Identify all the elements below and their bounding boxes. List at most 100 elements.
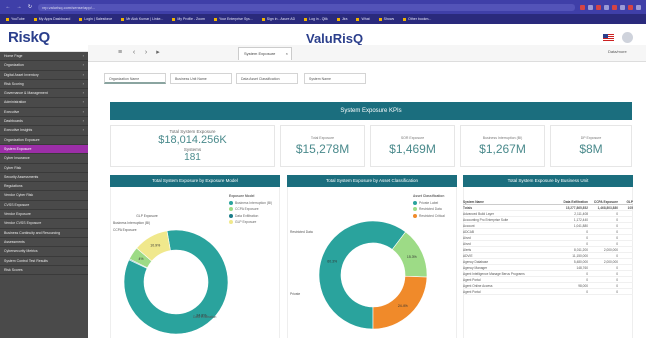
address-bar[interactable]: vrp.valurisq.com/sense/app/... [38, 3, 575, 11]
legend-swatch [413, 207, 417, 212]
extension-icon[interactable] [620, 4, 625, 10]
kpi-total-exposure[interactable]: Total System Exposure $18,014.256K Syste… [110, 125, 275, 167]
sidebar-item[interactable]: System Control Test Results [0, 257, 88, 266]
bookmark-item[interactable]: What [356, 17, 369, 21]
table-cell [618, 283, 633, 288]
extension-icon[interactable] [580, 4, 585, 10]
kpi-value: $15,278M [295, 142, 350, 156]
business-unit-table[interactable]: System Name Data Exfiltration CCPA Exposur… [463, 199, 633, 295]
sidebar-item[interactable]: Security Assessments [0, 173, 88, 183]
table-cell: 2,000,000 [603, 260, 618, 264]
tab-system-exposure[interactable]: System Exposure × [238, 47, 292, 60]
extension-icon[interactable] [588, 4, 593, 10]
extension-icons [580, 4, 641, 10]
forward-icon[interactable]: → [16, 4, 22, 10]
legend-item[interactable]: Restricted Critical [413, 213, 445, 220]
us-flag-icon[interactable] [603, 34, 614, 41]
extension-icon[interactable] [612, 4, 617, 10]
sidebar-item[interactable]: Vendor Exposure [0, 210, 88, 220]
table-cell: 0 [586, 290, 588, 294]
kpi-box[interactable]: Total Exposure $15,278M [280, 125, 365, 167]
sidebar-item-label: Risk Scoring [4, 81, 24, 86]
sidebar-item-label: Dashboards [4, 119, 23, 124]
nav-right-link[interactable]: Data/more [608, 49, 627, 54]
chevron-right-icon: › [82, 118, 84, 124]
sidebar-item[interactable]: System Exposure [0, 144, 88, 155]
chevron-right-icon: › [82, 108, 84, 114]
table-cell: 148,760 [576, 266, 588, 270]
sidebar-item[interactable]: Cyber Risk [0, 164, 88, 173]
sidebar-item[interactable]: Organization Exposure [0, 136, 88, 145]
bookmark-item[interactable]: Login | Salesforce [79, 17, 112, 21]
filter-business-unit[interactable]: Business Unit Name [170, 73, 232, 84]
filter-organization[interactable]: Organization Name [104, 73, 166, 84]
back-icon[interactable]: ← [5, 4, 11, 10]
bookmark-item[interactable]: Jira [337, 17, 348, 21]
chevron-right-icon[interactable]: › [142, 49, 150, 57]
chevron-right-icon: › [82, 99, 84, 105]
table-cell [618, 247, 633, 252]
sidebar-item[interactable]: Home Page › [0, 52, 88, 62]
app-logo[interactable]: RiskQ [8, 29, 50, 46]
filter-asset-classification[interactable]: Data Asset Classification [236, 73, 298, 84]
sidebar-item[interactable]: Vendor CVSS Exposure [0, 219, 88, 229]
bookmark-item[interactable]: Log in - Qlik [304, 17, 328, 21]
selection-icon[interactable]: ▸ [154, 49, 162, 57]
legend-label: Restricted Data [419, 207, 442, 211]
sidebar-item[interactable]: CVSS Exposure [0, 201, 88, 211]
bookmark-item[interactable]: Your Enterprise Sys... [214, 17, 253, 21]
center-logo: ValuRisQ [306, 31, 364, 46]
sidebar-item[interactable]: Dashboards › [0, 117, 88, 127]
sidebar-item[interactable]: Digital Asset Inventory › [0, 71, 88, 80]
extension-icon[interactable] [628, 4, 633, 10]
extension-icon[interactable] [604, 4, 609, 10]
donut-slice[interactable] [372, 275, 428, 330]
sidebar-item[interactable]: Business Continuity and Resourcing [0, 229, 88, 238]
extension-icon[interactable] [596, 4, 601, 10]
reload-icon[interactable]: ↻ [27, 4, 33, 10]
table-cell: Advanced Build Layer [463, 212, 495, 216]
sidebar-item[interactable]: Risk Scores [0, 266, 88, 276]
sidebar-item[interactable]: Organization › [0, 61, 88, 71]
chevron-left-icon[interactable]: ‹ [130, 49, 138, 57]
sidebar-item[interactable]: Governance & Management › [0, 89, 88, 99]
chart-title: Total System Exposure by Exposure Model [110, 175, 280, 187]
bookmark-item[interactable]: Mr Alok Kumar | Linke... [121, 17, 163, 21]
extension-icon[interactable] [636, 4, 641, 10]
bookmark-item[interactable]: YouTube [6, 17, 25, 21]
sidebar-item[interactable]: Executive › [0, 108, 88, 118]
legend-title: Asset Classification [413, 194, 445, 198]
close-icon[interactable]: × [286, 51, 288, 56]
kpi-box[interactable]: DP Exposure $8M [550, 125, 632, 167]
legend-item[interactable]: GLP Exposure [229, 219, 272, 226]
kpi-box[interactable]: SOR Exposure $1,469M [370, 125, 455, 167]
kpi-box[interactable]: Business Interruption (BI) $1,267M [460, 125, 545, 167]
sidebar-item[interactable]: Cyber Insurance [0, 154, 88, 164]
bookmark-item[interactable]: Other bookm... [403, 17, 431, 21]
sidebar-item[interactable]: Administration › [0, 98, 88, 108]
table-cell: 2,000,000 [603, 248, 618, 252]
sidebar-item[interactable]: Vendor Cyber Risk [0, 191, 88, 201]
sidebar-item[interactable]: Risk Scoring › [0, 80, 88, 90]
table-cell: CCPA Exposure [593, 200, 618, 204]
bookmark-item[interactable]: Sign in - Azure AD [262, 17, 295, 21]
table-cell: 0 [616, 236, 618, 240]
table-row[interactable]: Agent Portal 0 0 [463, 289, 633, 295]
user-avatar-icon[interactable] [622, 32, 633, 43]
sidebar-item[interactable]: Assessments [0, 238, 88, 248]
sidebar-item[interactable]: Regulations [0, 182, 88, 192]
filter-system-name[interactable]: System Name [304, 73, 366, 84]
table-cell [618, 259, 633, 264]
table-cell [618, 271, 633, 276]
chevron-right-icon: › [82, 127, 84, 133]
table-cell [618, 211, 633, 216]
bookmark-item[interactable]: My Apps Dashboard [34, 17, 71, 21]
bookmark-item[interactable]: Shows [379, 17, 395, 21]
sidebar-item[interactable]: Cybersecurity Metrics [0, 247, 88, 257]
table-cell: Accounting Pro Enterprise Suite [463, 218, 509, 222]
bookmark-item[interactable]: My Profile - Zoom [172, 17, 205, 21]
menu-icon[interactable]: ≡ [116, 49, 124, 57]
legend-item[interactable]: Restricted Data [413, 206, 445, 213]
table-cell: 0 [586, 242, 588, 246]
sidebar-item[interactable]: Executive Insights › [0, 126, 88, 136]
